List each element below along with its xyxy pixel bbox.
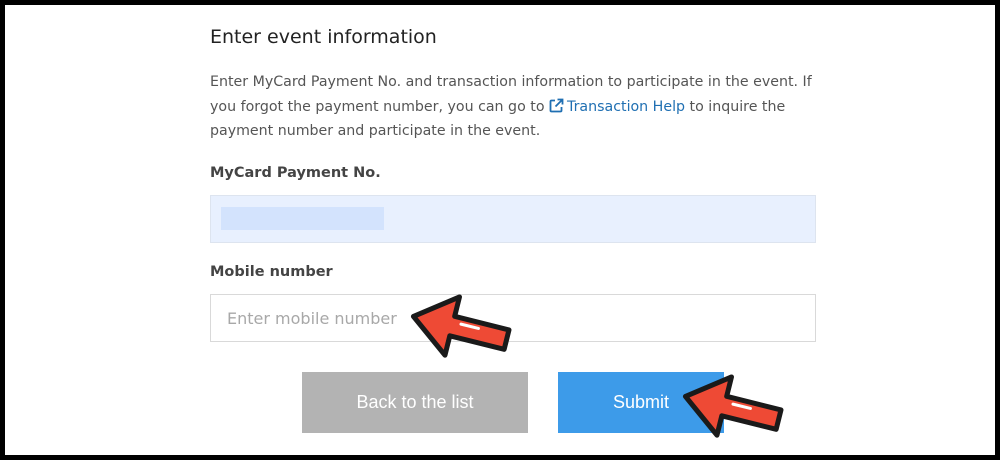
payment-number-field[interactable] (210, 195, 816, 243)
form-description: Enter MyCard Payment No. and transaction… (210, 70, 816, 144)
payment-number-label: MyCard Payment No. (210, 165, 381, 181)
transaction-help-link[interactable]: Transaction Help (549, 98, 686, 115)
mobile-number-label: Mobile number (210, 264, 333, 280)
pointer-arrow-icon (410, 294, 512, 358)
form-title: Enter event information (210, 26, 437, 48)
transaction-help-label: Transaction Help (567, 98, 686, 115)
pointer-arrow-icon (682, 374, 784, 438)
back-to-list-button[interactable]: Back to the list (302, 372, 528, 433)
redacted-payment-number (221, 207, 384, 230)
external-link-icon (549, 98, 564, 112)
